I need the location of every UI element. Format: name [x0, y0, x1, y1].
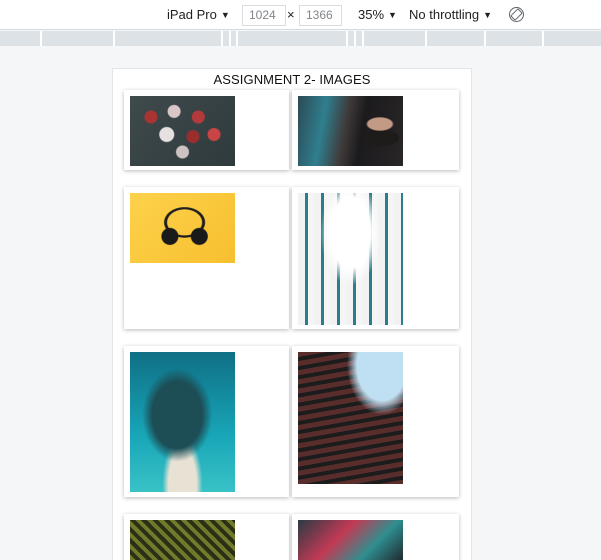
zoom-label: 35%	[358, 7, 385, 22]
headphones-image	[130, 193, 235, 263]
media-query-marker[interactable]	[484, 31, 486, 46]
media-query-marker[interactable]	[236, 31, 238, 46]
chevron-down-icon: ▼	[388, 10, 397, 20]
image-card	[292, 346, 459, 497]
media-query-marker[interactable]	[221, 31, 223, 46]
media-query-marker[interactable]	[425, 31, 427, 46]
height-input[interactable]: 1366	[299, 5, 342, 26]
zoom-select[interactable]: 35% ▼	[358, 5, 397, 25]
media-query-bar[interactable]	[0, 31, 601, 46]
media-query-marker[interactable]	[346, 31, 348, 46]
rotate-icon[interactable]	[509, 7, 524, 22]
throttling-label: No throttling	[409, 7, 480, 22]
device-toolbar: iPad Pro ▼ 1024 × 1366 35% ▼ No throttling…	[0, 0, 601, 30]
image-card	[292, 187, 459, 329]
graffiti-image	[298, 96, 403, 166]
image-card	[124, 514, 289, 560]
image-card	[124, 346, 289, 497]
media-query-marker[interactable]	[40, 31, 42, 46]
dimension-separator: ×	[287, 7, 295, 22]
palm-image	[130, 520, 235, 560]
image-card	[292, 514, 459, 560]
cupcakes-image	[130, 96, 235, 166]
image-card	[124, 187, 289, 329]
media-query-marker[interactable]	[362, 31, 364, 46]
chevron-down-icon: ▼	[220, 10, 230, 20]
page-title: ASSIGNMENT 2- IMAGES	[213, 72, 371, 87]
media-query-marker[interactable]	[113, 31, 115, 46]
device-label: iPad Pro	[167, 7, 217, 22]
image-card	[124, 90, 289, 170]
building-image	[298, 193, 403, 325]
device-viewport: ASSIGNMENT 2- IMAGES	[112, 68, 472, 560]
throttling-select[interactable]: No throttling ▼	[409, 5, 492, 25]
width-input[interactable]: 1024	[242, 5, 286, 26]
neon-image	[298, 520, 403, 560]
device-select[interactable]: iPad Pro ▼	[167, 5, 230, 25]
facade-image	[298, 352, 403, 484]
image-card	[292, 90, 459, 170]
media-query-marker[interactable]	[542, 31, 544, 46]
chevron-down-icon: ▼	[483, 10, 493, 20]
reef-image	[130, 352, 235, 492]
media-query-marker[interactable]	[229, 31, 231, 46]
media-query-marker[interactable]	[354, 31, 356, 46]
